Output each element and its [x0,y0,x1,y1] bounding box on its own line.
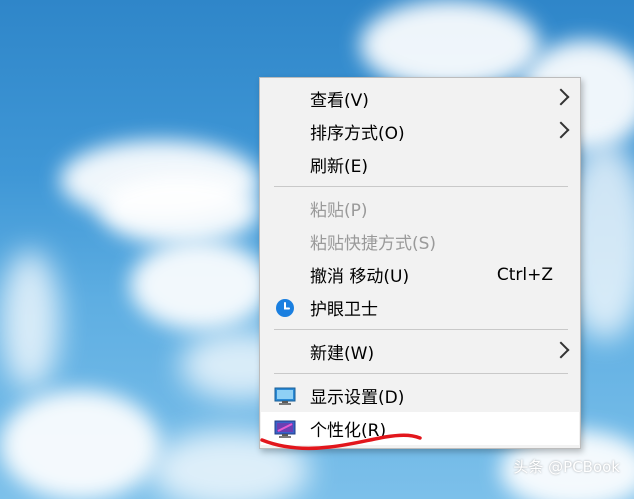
menu-item-label: 查看(V) [310,91,369,111]
menu-item-label: 撤消 移动(U) [310,267,410,287]
chevron-right-icon [552,121,570,139]
menu-item-sort-by[interactable]: 排序方式(O) [261,115,579,148]
menu-item-label: 显示设置(D) [310,388,405,408]
menu-item-view[interactable]: 查看(V) [261,82,579,115]
menu-separator [274,373,568,374]
menu-item-refresh[interactable]: 刷新(E) [261,148,579,181]
menu-separator [274,186,568,187]
menu-item-paste: 粘贴(P) [261,192,579,225]
menu-item-eye-guard[interactable]: 护眼卫士 [261,291,579,324]
menu-item-label: 粘贴快捷方式(S) [310,234,437,254]
menu-item-label: 粘贴(P) [310,201,368,221]
menu-item-label: 护眼卫士 [310,300,378,320]
watermark-text: 头条 @PCBook [513,458,620,476]
blue-clock-icon [274,298,296,318]
menu-item-label: 排序方式(O) [310,124,405,144]
menu-item-label: 个性化(R) [310,421,387,441]
cloud-shape [100,175,260,245]
menu-item-label: 刷新(E) [310,157,369,177]
personalize-icon [274,419,296,439]
display-icon [274,386,296,406]
desktop-context-menu: 查看(V) 排序方式(O) 刷新(E) 粘贴(P) 粘贴快捷方式(S) 撤消 移… [259,77,581,449]
menu-item-display-settings[interactable]: 显示设置(D) [261,379,579,412]
cloud-shape [0,390,160,499]
menu-item-personalize[interactable]: 个性化(R) [261,412,579,445]
chevron-right-icon [552,341,570,359]
menu-separator [274,329,568,330]
menu-item-label: 新建(W) [310,344,375,364]
menu-item-new[interactable]: 新建(W) [261,335,579,368]
cloud-shape [0,250,60,390]
menu-item-shortcut: Ctrl+Z [496,264,553,285]
menu-item-undo-move[interactable]: 撤消 移动(U) Ctrl+Z [261,258,579,291]
chevron-right-icon [552,88,570,106]
menu-item-paste-shortcut: 粘贴快捷方式(S) [261,225,579,258]
cloud-shape [130,240,270,330]
